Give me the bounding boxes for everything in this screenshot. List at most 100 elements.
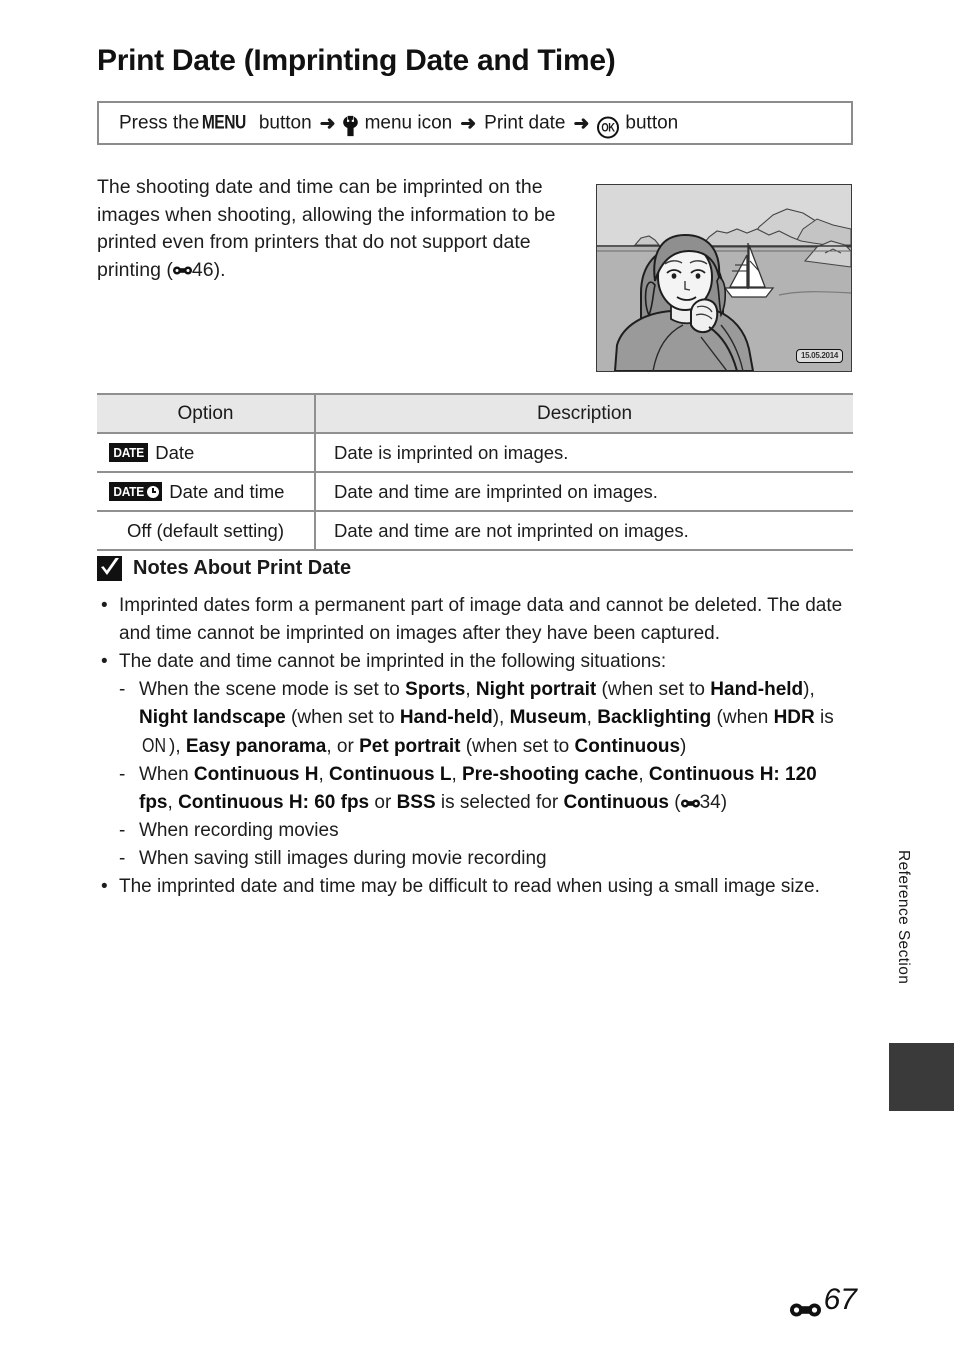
plain-text: (when set to bbox=[285, 707, 400, 728]
bullet-icon: • bbox=[101, 876, 108, 897]
plain-text: , bbox=[638, 764, 649, 785]
plain-text: ), bbox=[492, 707, 510, 728]
emphasized-term: Pet portrait bbox=[359, 736, 461, 757]
note-sub-item-recording-movies: - When recording movies bbox=[119, 817, 855, 845]
option-cell-inner: Off (default setting) bbox=[103, 520, 308, 542]
note-text: Imprinted dates form a permanent part of… bbox=[119, 595, 843, 644]
dash-icon: - bbox=[119, 764, 126, 785]
emphasized-term: Continuous H: 60 fps bbox=[178, 792, 370, 813]
emphasized-term: Continuous bbox=[563, 792, 669, 813]
emphasized-term: HDR bbox=[773, 707, 815, 728]
E-reference-icon bbox=[172, 257, 192, 274]
plain-text: or bbox=[369, 792, 397, 813]
page-number-label: 67 bbox=[823, 1283, 857, 1316]
plain-text: ) bbox=[680, 736, 687, 757]
menu-path-inner: Press the MENU button ➜ menu icon ➜ Prin… bbox=[117, 112, 680, 138]
option-cell-off: Off (default setting) bbox=[97, 510, 316, 551]
note-sub-item-saving-still-images: - When saving still images during movie r… bbox=[119, 845, 855, 873]
option-cell-inner: DATE Date and time bbox=[103, 481, 308, 503]
option-label: Off (default setting) bbox=[127, 519, 284, 541]
date-badge-icon: DATE bbox=[109, 443, 149, 462]
date-badge-label: DATE bbox=[113, 445, 144, 460]
table-row: DATE Date Date is imprinted on images. bbox=[97, 432, 853, 473]
plain-text: When the scene mode is set to bbox=[139, 679, 406, 700]
date-and-time-badge-icon: DATE bbox=[109, 482, 163, 501]
E-reference-icon bbox=[680, 792, 700, 813]
plain-text: When bbox=[139, 764, 194, 785]
description-cell: Date is imprinted on images. bbox=[315, 432, 853, 473]
menu-path-menu-icon-label: menu icon bbox=[364, 112, 453, 133]
emphasized-term: Sports bbox=[405, 679, 466, 700]
plain-text: ) bbox=[720, 792, 728, 813]
bullet-icon: • bbox=[101, 651, 108, 672]
notes-body: • Imprinted dates form a permanent part … bbox=[97, 592, 855, 901]
menu-path-box: Press the MENU button ➜ menu icon ➜ Prin… bbox=[97, 101, 853, 145]
emphasized-term: Continuous H bbox=[193, 764, 319, 785]
note-sub-item-continuous-modes: - When Continuous H, Continuous L, Pre-sh… bbox=[119, 761, 855, 817]
note-sub-text: When recording movies bbox=[139, 817, 855, 845]
intro-paragraph: The shooting date and time can be imprin… bbox=[97, 174, 559, 284]
dash-icon: - bbox=[119, 820, 126, 841]
emphasized-term: Easy panorama bbox=[185, 736, 327, 757]
section-tab-label: Reference Section bbox=[895, 850, 912, 985]
section-tab-marker bbox=[889, 1043, 954, 1111]
page-title: Print Date (Imprinting Date and Time) bbox=[97, 44, 616, 77]
description-cell: Date and time are not imprinted on image… bbox=[315, 510, 853, 551]
plain-text: (when set to bbox=[460, 736, 575, 757]
description-cell: Date and time are imprinted on images. bbox=[315, 471, 853, 512]
emphasized-term: Pre-shooting cache bbox=[462, 764, 639, 785]
intro-part1: The shooting date and time can be imprin… bbox=[97, 176, 556, 281]
on-setting-glyph: ON bbox=[142, 735, 166, 757]
ok-button-label: OK bbox=[601, 120, 616, 134]
table-row: Off (default setting) Date and time are … bbox=[97, 510, 853, 551]
note-sub-list: - When the scene mode is set to Sports, N… bbox=[119, 676, 855, 873]
menu-path-button-label-1: button bbox=[258, 112, 312, 133]
note-sub-text: When Continuous H, Continuous L, Pre-sho… bbox=[139, 761, 855, 817]
dash-icon: - bbox=[119, 679, 126, 700]
note-sub-text: When saving still images during movie re… bbox=[139, 845, 855, 873]
imprinted-date-stamp: 15.05.2014 bbox=[795, 348, 843, 363]
menu-button-glyph: MENU bbox=[202, 112, 246, 133]
bullet-icon: • bbox=[101, 595, 108, 616]
note-text: The date and time cannot be imprinted in… bbox=[119, 651, 667, 672]
plain-text: When recording movies bbox=[139, 820, 339, 841]
plain-text: (when set to bbox=[596, 679, 711, 700]
column-header-option: Option bbox=[97, 393, 316, 434]
wrench-icon bbox=[342, 115, 358, 137]
notes-heading-label: Notes About Print Date bbox=[133, 557, 352, 579]
intro-ref-page: 46 bbox=[191, 258, 214, 281]
note-sub-item-scene-modes: - When the scene mode is set to Sports, N… bbox=[119, 676, 855, 761]
emphasized-term: Backlighting bbox=[597, 707, 712, 728]
check-mark-icon bbox=[97, 556, 122, 581]
reference-page-number: 34 bbox=[699, 792, 721, 813]
menu-path-button-label-2: button bbox=[625, 112, 679, 133]
note-bullet-2: • The date and time cannot be imprinted … bbox=[97, 648, 855, 676]
option-cell-date-and-time: DATE Date and time bbox=[97, 471, 316, 512]
emphasized-term: Museum bbox=[509, 707, 587, 728]
ok-button-icon: OK bbox=[597, 116, 620, 138]
print-date-options-table: Option Description DATE Date Date is imp… bbox=[97, 393, 853, 551]
table-header-row: Option Description bbox=[97, 393, 853, 434]
note-sub-text: When the scene mode is set to Sports, Ni… bbox=[139, 676, 855, 761]
sample-photo-illustration: 15.05.2014 bbox=[596, 184, 852, 372]
option-cell-inner: DATE Date bbox=[103, 442, 308, 464]
emphasized-term: Hand-held bbox=[399, 707, 493, 728]
date-badge-label: DATE bbox=[113, 484, 144, 499]
plain-text: , bbox=[465, 679, 476, 700]
menu-path-press-label: Press the bbox=[119, 112, 200, 133]
note-bullet-1: • Imprinted dates form a permanent part … bbox=[97, 592, 855, 648]
plain-text: (when bbox=[711, 707, 774, 728]
plain-text: is selected for bbox=[435, 792, 564, 813]
option-label: Date and time bbox=[169, 480, 285, 502]
menu-path-item: Print date bbox=[484, 112, 566, 133]
arrow-right-icon-3: ➜ bbox=[573, 113, 590, 135]
clock-icon bbox=[147, 485, 160, 498]
emphasized-term: Night landscape bbox=[139, 707, 286, 728]
note-bullet-3: • The imprinted date and time may be dif… bbox=[97, 873, 855, 901]
arrow-right-icon-1: ➜ bbox=[319, 113, 336, 135]
intro-part2: ). bbox=[213, 258, 226, 281]
column-header-description: Description bbox=[315, 393, 853, 434]
plain-text: , bbox=[318, 764, 330, 785]
plain-text: , or bbox=[326, 736, 360, 757]
plain-text: When saving still images during movie re… bbox=[139, 848, 547, 869]
